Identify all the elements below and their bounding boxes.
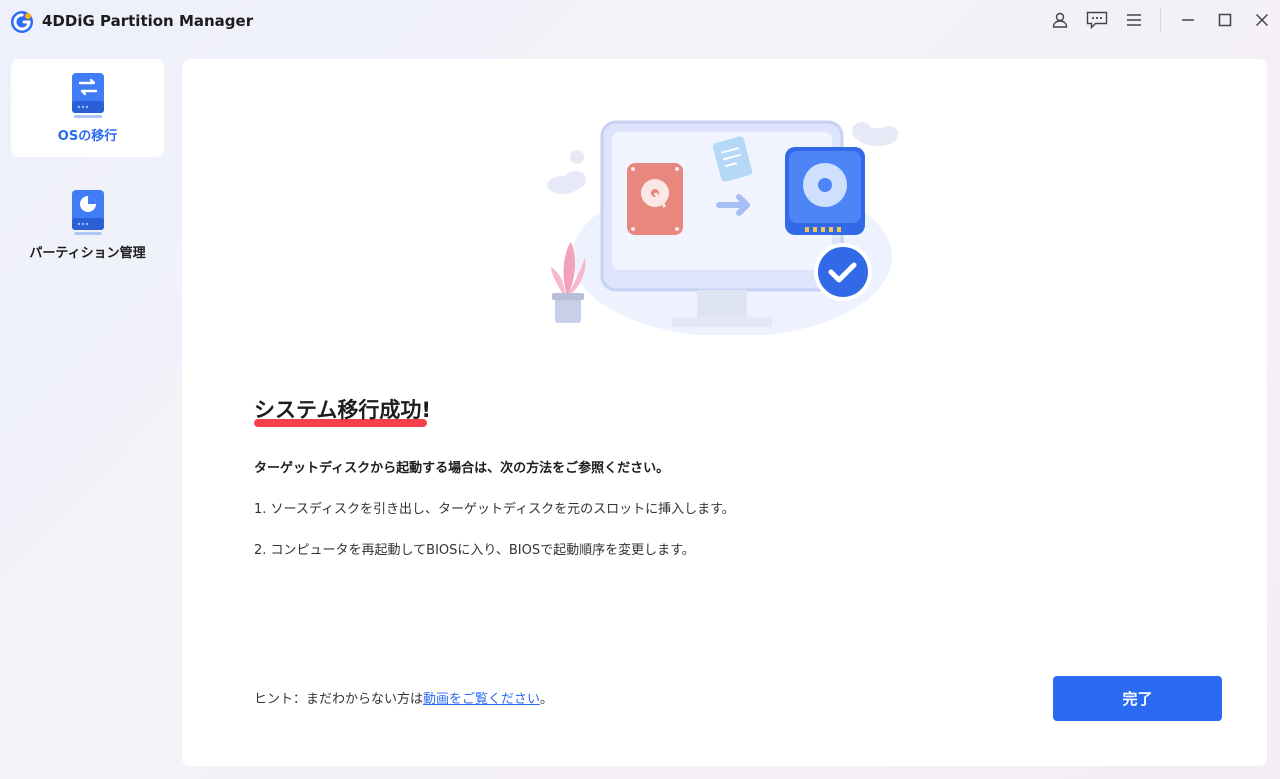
window-controls bbox=[1041, 0, 1280, 40]
sidebar-item-label: パーティション管理 bbox=[29, 246, 146, 261]
sidebar-item-label: OSの移行 bbox=[57, 129, 118, 144]
menu-icon[interactable] bbox=[1115, 0, 1152, 40]
minimize-icon[interactable] bbox=[1169, 0, 1206, 40]
user-icon[interactable] bbox=[1041, 0, 1078, 40]
instruction-step: 1. ソースディスクを引き出し、ターゲットディスクを元のスロットに挿入します。 bbox=[254, 502, 735, 517]
sidebar-item-partition-management[interactable]: パーティション管理 bbox=[11, 176, 164, 274]
partition-disk-icon bbox=[71, 190, 104, 235]
heading-wrap: システム移行成功! bbox=[254, 394, 431, 427]
main-panel: システム移行成功! ターゲットディスクから起動する場合は、次の方法をご参照くださ… bbox=[182, 59, 1267, 766]
app-logo-icon bbox=[11, 11, 33, 33]
migrate-disk-icon bbox=[71, 73, 104, 118]
done-button[interactable]: 完了 bbox=[1053, 676, 1222, 721]
close-icon[interactable] bbox=[1243, 0, 1280, 40]
cloud-icon bbox=[547, 171, 586, 194]
video-link[interactable]: 動画をご覧ください bbox=[423, 692, 540, 707]
check-badge-icon bbox=[814, 243, 872, 301]
hint-suffix: 。 bbox=[540, 692, 554, 707]
instructions-title: ターゲットディスクから起動する場合は、次の方法をご参照ください。 bbox=[254, 461, 670, 476]
hint-text: ヒント：まだわからない方は動画をご覧ください。 bbox=[254, 688, 553, 707]
maximize-icon[interactable] bbox=[1206, 0, 1243, 40]
controls-divider bbox=[1160, 7, 1161, 33]
migration-success-illustration bbox=[547, 120, 898, 335]
app-title: 4DDiG Partition Manager bbox=[42, 12, 254, 30]
feedback-icon[interactable] bbox=[1078, 0, 1115, 40]
hint-prefix: ヒント：まだわからない方は bbox=[254, 692, 424, 707]
instruction-step: 2. コンピュータを再起動してBIOSに入り、BIOSで起動順序を変更します。 bbox=[254, 543, 695, 558]
success-heading: システム移行成功! bbox=[254, 398, 431, 422]
title-bar: 4DDiG Partition Manager bbox=[0, 0, 1280, 44]
sidebar-item-os-migration[interactable]: OSの移行 bbox=[11, 59, 164, 157]
